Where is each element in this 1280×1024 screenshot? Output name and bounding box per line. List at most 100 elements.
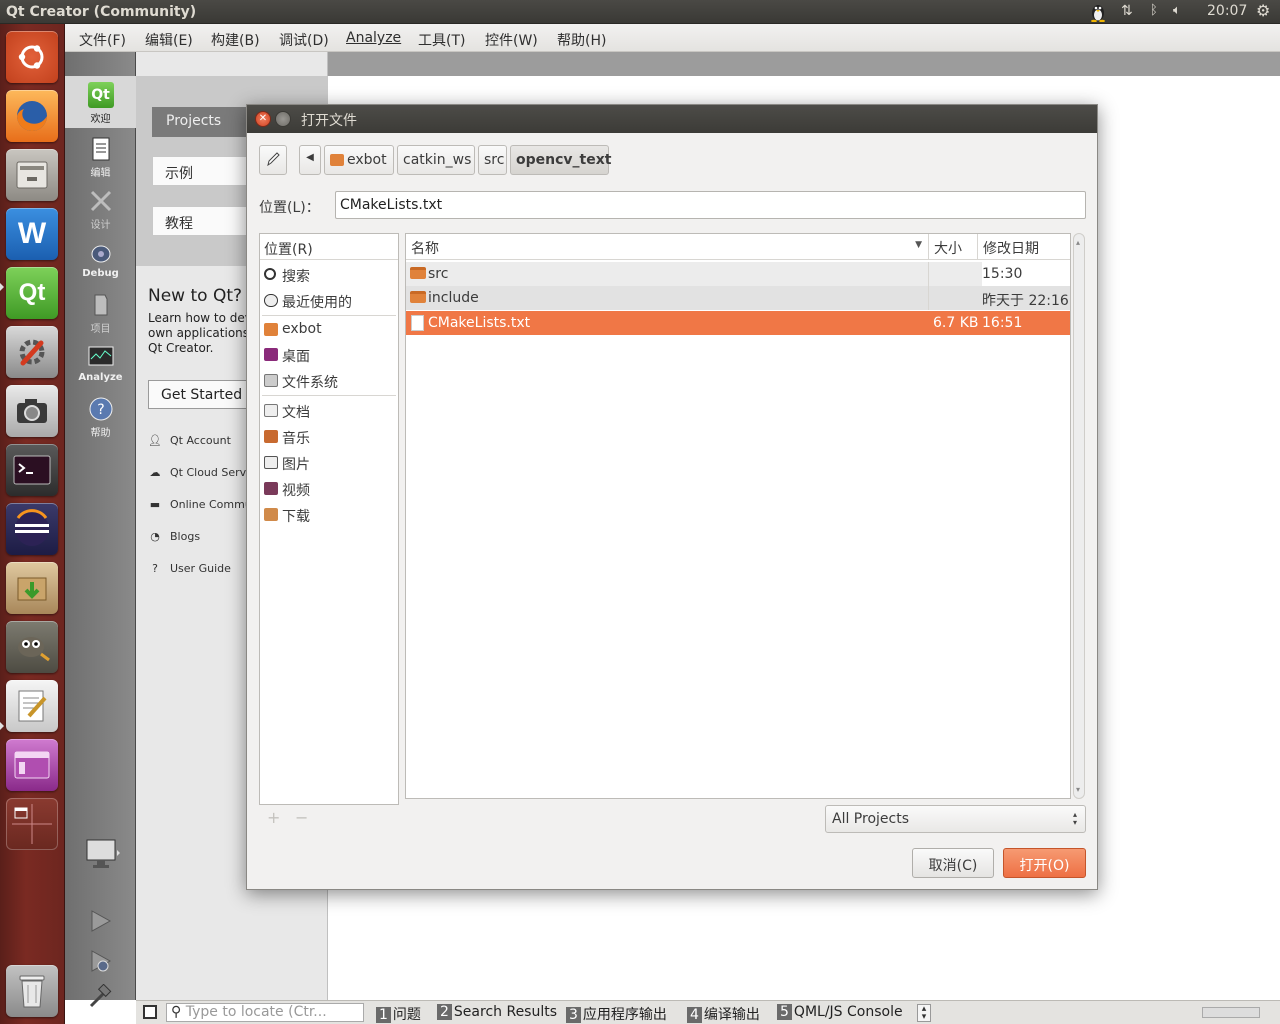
column-size-header[interactable]: 大小 [929, 234, 978, 260]
archive-manager-icon[interactable] [6, 562, 58, 614]
place-documents[interactable]: 文档 [262, 399, 396, 423]
debug-run-icon[interactable] [87, 948, 113, 978]
qt-cloud-link[interactable]: ☁ Qt Cloud Servic [148, 466, 256, 479]
locator-input[interactable]: ⚲ Type to locate (Ctr... [166, 1003, 364, 1022]
online-community-link[interactable]: ▬ Online Commu [148, 498, 252, 511]
breadcrumb-exbot[interactable]: exbot [324, 145, 394, 175]
breadcrumb-opencv-text[interactable]: opencv_text [510, 145, 611, 175]
place-search[interactable]: 搜索 [262, 263, 396, 287]
mode-welcome[interactable]: Qt 欢迎 [65, 82, 136, 125]
gimp-icon[interactable] [6, 621, 58, 673]
breadcrumb-catkin-ws[interactable]: catkin_ws [397, 145, 475, 175]
tab-label: Search Results [453, 1004, 558, 1020]
place-filesystem[interactable]: 文件系统 [262, 369, 396, 393]
new-to-qt-line3: Qt Creator. [148, 341, 214, 355]
output-tab-issues[interactable]: 1 问题 [376, 1004, 421, 1023]
more-tabs-spinner-icon[interactable]: ▴ ▾ [917, 1004, 931, 1022]
place-desktop[interactable]: 桌面 [262, 343, 396, 367]
file-modified-text: 15:30 [982, 266, 1023, 282]
mode-analyze[interactable]: Analyze [65, 344, 136, 383]
volume-icon[interactable]: 🔈︎ [1173, 3, 1181, 18]
menu-build[interactable]: 构建(B) [211, 30, 260, 50]
scroll-up-icon[interactable]: ▴ [1076, 238, 1080, 247]
place-label: 音乐 [282, 431, 310, 447]
ubuntu-dash-icon[interactable] [6, 31, 58, 83]
column-modified-header[interactable]: 修改日期 [978, 234, 1070, 260]
menu-file[interactable]: 文件(F) [79, 30, 126, 50]
toggle-sidebar-icon[interactable] [143, 1005, 157, 1019]
open-file-dialog: ✕ 打开文件 ◀ exbot catkin_ws src opencv_text… [246, 104, 1098, 890]
eclipse-icon[interactable] [6, 503, 58, 555]
file-name: CMakeLists.txt [428, 315, 531, 331]
terminal-icon[interactable] [6, 444, 58, 496]
linux-tux-icon[interactable] [1089, 2, 1107, 23]
place-home[interactable]: exbot [262, 318, 396, 342]
open-button[interactable]: 打开(O) [1003, 848, 1086, 878]
output-tab-compile[interactable]: 4 编译输出 [687, 1004, 760, 1023]
place-label: 视频 [282, 483, 310, 499]
top-panel: Qt Creator (Community) ⇅ ᛒ 🔈︎ 20:07 ⚙ [0, 0, 1280, 24]
remove-place-button[interactable]: − [295, 808, 308, 827]
mode-projects[interactable]: 项目 [65, 292, 136, 335]
menu-analyze[interactable]: Analyze [346, 30, 401, 46]
menu-widgets[interactable]: 控件(W) [485, 30, 538, 50]
place-downloads[interactable]: 下载 [262, 503, 396, 527]
blogs-link[interactable]: ◔ Blogs [148, 530, 200, 543]
place-videos[interactable]: 视频 [262, 477, 396, 501]
edit-path-icon[interactable] [259, 145, 287, 175]
mode-edit[interactable]: 编辑 [65, 136, 136, 179]
system-settings-icon[interactable] [6, 326, 58, 378]
file-row-selected[interactable]: CMakeLists.txt 6.7 KB 16:51 [406, 311, 1070, 335]
kit-selector-monitor-icon[interactable] [85, 838, 121, 874]
cancel-button[interactable]: 取消(C) [912, 848, 994, 878]
file-name: src [428, 266, 449, 282]
place-music[interactable]: 音乐 [262, 425, 396, 449]
run-icon[interactable] [87, 908, 113, 938]
breadcrumb-back-icon[interactable]: ◀ [299, 145, 321, 175]
file-row[interactable]: src 15:30 [406, 262, 1070, 286]
file-list-scrollbar[interactable]: ▴ ▾ [1073, 233, 1085, 799]
place-pictures[interactable]: 图片 [262, 451, 396, 475]
menu-tools[interactable]: 工具(T) [418, 30, 465, 50]
clock[interactable]: 20:07 [1207, 3, 1247, 19]
qt-account-link[interactable]: 👤︎ Qt Account [148, 434, 231, 447]
column-name-header[interactable]: 名称 ▼ [406, 234, 929, 260]
qt-creator-icon[interactable]: Qt [6, 267, 58, 319]
menu-debug[interactable]: 调试(D) [279, 30, 329, 50]
place-label: 下载 [282, 509, 310, 525]
place-recent[interactable]: 最近使用的 [262, 289, 396, 313]
purple-app-icon[interactable] [6, 739, 58, 791]
trash-icon[interactable] [6, 965, 58, 1017]
text-editor-icon[interactable] [6, 680, 58, 732]
bluetooth-icon[interactable]: ᛒ [1150, 3, 1158, 18]
mode-help[interactable]: ? 帮助 [65, 396, 136, 439]
wps-writer-icon[interactable]: W [6, 208, 58, 260]
minimize-icon[interactable] [275, 111, 291, 127]
output-tab-qml-console[interactable]: 5 QML/JS Console [777, 1004, 903, 1022]
debug-bug-icon [88, 240, 114, 266]
add-place-button[interactable]: + [267, 808, 280, 827]
scroll-down-icon[interactable]: ▾ [1076, 785, 1080, 794]
output-tab-search[interactable]: 2 Search Results [437, 1004, 557, 1022]
file-manager-icon[interactable] [6, 149, 58, 201]
location-input[interactable] [335, 191, 1086, 219]
output-tab-app-output[interactable]: 3 应用程序输出 [566, 1004, 667, 1023]
build-hammer-icon[interactable] [87, 983, 113, 1014]
menu-help[interactable]: 帮助(H) [557, 30, 606, 50]
settings-gear-icon[interactable]: ⚙ [1256, 1, 1270, 20]
workspace-switcher-icon[interactable] [6, 798, 58, 850]
mode-design[interactable]: 设计 [65, 188, 136, 231]
updown-arrows-icon: ▴ ▾ [1072, 810, 1077, 827]
mode-debug[interactable]: Debug [65, 240, 136, 279]
network-updown-icon[interactable]: ⇅ [1121, 3, 1133, 19]
file-row[interactable]: include 昨天于 22:16 [406, 286, 1070, 310]
app-title: Qt Creator (Community) [6, 4, 197, 20]
desktop-icon [264, 348, 278, 361]
breadcrumb-src[interactable]: src [478, 145, 507, 175]
user-guide-link[interactable]: ? User Guide [148, 562, 231, 575]
file-type-filter[interactable]: All Projects ▴ ▾ [825, 805, 1086, 833]
camera-icon[interactable] [6, 385, 58, 437]
menu-edit[interactable]: 编辑(E) [145, 30, 193, 50]
close-icon[interactable]: ✕ [255, 111, 271, 127]
firefox-icon[interactable] [6, 90, 58, 142]
